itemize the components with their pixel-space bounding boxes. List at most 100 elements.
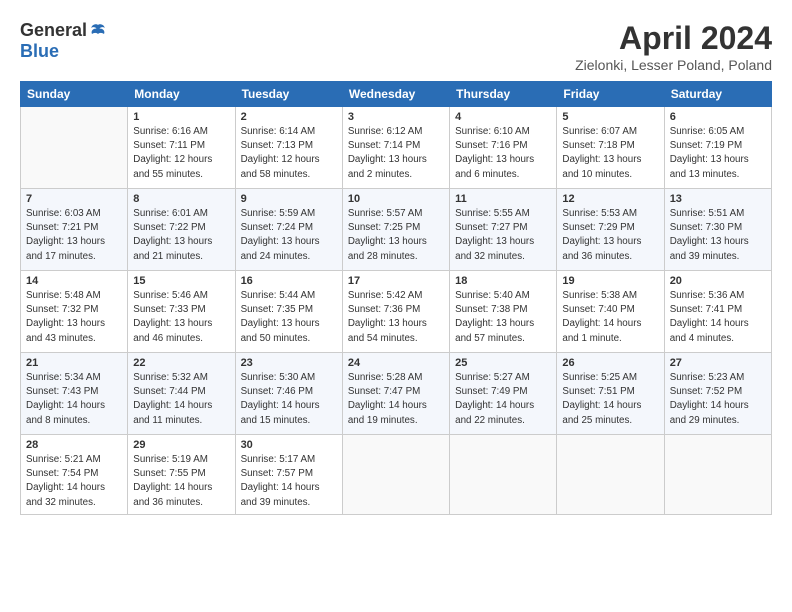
- day-info: Sunrise: 5:40 AM Sunset: 7:38 PM Dayligh…: [455, 289, 551, 346]
- day-info: Sunrise: 5:19 AM Sunset: 7:55 PM Dayligh…: [133, 453, 229, 510]
- table-row: 30 Sunrise: 5:17 AM Sunset: 7:57 PM Dayli…: [235, 435, 342, 515]
- table-row: 26 Sunrise: 5:25 AM Sunset: 7:51 PM Dayli…: [557, 353, 664, 435]
- day-number: 2: [241, 111, 337, 123]
- col-sunday: Sunday: [21, 82, 128, 107]
- col-wednesday: Wednesday: [342, 82, 449, 107]
- day-info: Sunrise: 5:28 AM Sunset: 7:47 PM Dayligh…: [348, 371, 444, 428]
- table-row: 2 Sunrise: 6:14 AM Sunset: 7:13 PM Daylig…: [235, 107, 342, 189]
- col-tuesday: Tuesday: [235, 82, 342, 107]
- day-info: Sunrise: 6:05 AM Sunset: 7:19 PM Dayligh…: [670, 125, 766, 182]
- day-number: 8: [133, 193, 229, 205]
- logo-blue-text: Blue: [20, 41, 59, 62]
- day-info: Sunrise: 5:27 AM Sunset: 7:49 PM Dayligh…: [455, 371, 551, 428]
- day-info: Sunrise: 6:14 AM Sunset: 7:13 PM Dayligh…: [241, 125, 337, 182]
- day-info: Sunrise: 5:23 AM Sunset: 7:52 PM Dayligh…: [670, 371, 766, 428]
- calendar-week-row: 7Sunrise: 6:03 AM Sunset: 7:21 PM Daylig…: [21, 189, 772, 271]
- day-info: Sunrise: 6:16 AM Sunset: 7:11 PM Dayligh…: [133, 125, 229, 182]
- table-row: 21Sunrise: 5:34 AM Sunset: 7:43 PM Dayli…: [21, 353, 128, 435]
- table-row: 3Sunrise: 6:12 AM Sunset: 7:14 PM Daylig…: [342, 107, 449, 189]
- table-row: 5 Sunrise: 6:07 AM Sunset: 7:18 PM Daylig…: [557, 107, 664, 189]
- table-row: [21, 107, 128, 189]
- table-row: 25 Sunrise: 5:27 AM Sunset: 7:49 PM Dayli…: [450, 353, 557, 435]
- day-number: 26: [562, 357, 658, 369]
- title-section: April 2024 Zielonki, Lesser Poland, Pola…: [575, 20, 772, 73]
- table-row: 18 Sunrise: 5:40 AM Sunset: 7:38 PM Dayli…: [450, 271, 557, 353]
- day-info: Sunrise: 5:38 AM Sunset: 7:40 PM Dayligh…: [562, 289, 658, 346]
- table-row: 6 Sunrise: 6:05 AM Sunset: 7:19 PM Daylig…: [664, 107, 771, 189]
- day-number: 22: [133, 357, 229, 369]
- calendar-week-row: 1 Sunrise: 6:16 AM Sunset: 7:11 PM Daylig…: [21, 107, 772, 189]
- table-row: 15Sunrise: 5:46 AM Sunset: 7:33 PM Dayli…: [128, 271, 235, 353]
- logo-general-text: General: [20, 20, 87, 41]
- day-info: Sunrise: 6:07 AM Sunset: 7:18 PM Dayligh…: [562, 125, 658, 182]
- day-info: Sunrise: 6:01 AM Sunset: 7:22 PM Dayligh…: [133, 207, 229, 264]
- table-row: 12 Sunrise: 5:53 AM Sunset: 7:29 PM Dayli…: [557, 189, 664, 271]
- table-row: 4 Sunrise: 6:10 AM Sunset: 7:16 PM Daylig…: [450, 107, 557, 189]
- table-row: [557, 435, 664, 515]
- table-row: 22 Sunrise: 5:32 AM Sunset: 7:44 PM Dayli…: [128, 353, 235, 435]
- header: General Blue April 2024 Zielonki, Lesser…: [20, 20, 772, 73]
- col-saturday: Saturday: [664, 82, 771, 107]
- day-number: 25: [455, 357, 551, 369]
- day-number: 6: [670, 111, 766, 123]
- table-row: 9Sunrise: 5:59 AM Sunset: 7:24 PM Daylig…: [235, 189, 342, 271]
- day-number: 11: [455, 193, 551, 205]
- table-row: 27 Sunrise: 5:23 AM Sunset: 7:52 PM Dayli…: [664, 353, 771, 435]
- day-number: 14: [26, 275, 122, 287]
- calendar-week-row: 21Sunrise: 5:34 AM Sunset: 7:43 PM Dayli…: [21, 353, 772, 435]
- day-info: Sunrise: 5:42 AM Sunset: 7:36 PM Dayligh…: [348, 289, 444, 346]
- day-number: 16: [241, 275, 337, 287]
- day-info: Sunrise: 5:25 AM Sunset: 7:51 PM Dayligh…: [562, 371, 658, 428]
- day-info: Sunrise: 5:34 AM Sunset: 7:43 PM Dayligh…: [26, 371, 122, 428]
- table-row: 16 Sunrise: 5:44 AM Sunset: 7:35 PM Dayli…: [235, 271, 342, 353]
- day-info: Sunrise: 5:46 AM Sunset: 7:33 PM Dayligh…: [133, 289, 229, 346]
- logo: General Blue: [20, 20, 107, 62]
- table-row: 10Sunrise: 5:57 AM Sunset: 7:25 PM Dayli…: [342, 189, 449, 271]
- col-friday: Friday: [557, 82, 664, 107]
- table-row: 17 Sunrise: 5:42 AM Sunset: 7:36 PM Dayli…: [342, 271, 449, 353]
- table-row: 11 Sunrise: 5:55 AM Sunset: 7:27 PM Dayli…: [450, 189, 557, 271]
- table-row: 7Sunrise: 6:03 AM Sunset: 7:21 PM Daylig…: [21, 189, 128, 271]
- day-info: Sunrise: 5:30 AM Sunset: 7:46 PM Dayligh…: [241, 371, 337, 428]
- table-row: 29 Sunrise: 5:19 AM Sunset: 7:55 PM Dayli…: [128, 435, 235, 515]
- day-info: Sunrise: 5:55 AM Sunset: 7:27 PM Dayligh…: [455, 207, 551, 264]
- day-info: Sunrise: 5:53 AM Sunset: 7:29 PM Dayligh…: [562, 207, 658, 264]
- day-number: 4: [455, 111, 551, 123]
- day-info: Sunrise: 5:32 AM Sunset: 7:44 PM Dayligh…: [133, 371, 229, 428]
- day-number: 12: [562, 193, 658, 205]
- day-number: 24: [348, 357, 444, 369]
- day-info: Sunrise: 5:44 AM Sunset: 7:35 PM Dayligh…: [241, 289, 337, 346]
- table-row: 8 Sunrise: 6:01 AM Sunset: 7:22 PM Daylig…: [128, 189, 235, 271]
- table-row: [342, 435, 449, 515]
- day-info: Sunrise: 5:48 AM Sunset: 7:32 PM Dayligh…: [26, 289, 122, 346]
- day-number: 30: [241, 439, 337, 451]
- day-info: Sunrise: 5:21 AM Sunset: 7:54 PM Dayligh…: [26, 453, 122, 510]
- day-number: 29: [133, 439, 229, 451]
- table-row: 1 Sunrise: 6:16 AM Sunset: 7:11 PM Daylig…: [128, 107, 235, 189]
- table-row: 28 Sunrise: 5:21 AM Sunset: 7:54 PM Dayli…: [21, 435, 128, 515]
- day-info: Sunrise: 6:03 AM Sunset: 7:21 PM Dayligh…: [26, 207, 122, 264]
- table-row: 13Sunrise: 5:51 AM Sunset: 7:30 PM Dayli…: [664, 189, 771, 271]
- day-number: 17: [348, 275, 444, 287]
- month-title: April 2024: [575, 20, 772, 57]
- day-number: 5: [562, 111, 658, 123]
- location-text: Zielonki, Lesser Poland, Poland: [575, 57, 772, 73]
- day-number: 3: [348, 111, 444, 123]
- table-row: 20Sunrise: 5:36 AM Sunset: 7:41 PM Dayli…: [664, 271, 771, 353]
- day-number: 18: [455, 275, 551, 287]
- col-monday: Monday: [128, 82, 235, 107]
- day-number: 1: [133, 111, 229, 123]
- day-number: 28: [26, 439, 122, 451]
- day-number: 27: [670, 357, 766, 369]
- calendar-table: Sunday Monday Tuesday Wednesday Thursday…: [20, 81, 772, 515]
- day-info: Sunrise: 5:51 AM Sunset: 7:30 PM Dayligh…: [670, 207, 766, 264]
- day-info: Sunrise: 5:17 AM Sunset: 7:57 PM Dayligh…: [241, 453, 337, 510]
- col-thursday: Thursday: [450, 82, 557, 107]
- calendar-week-row: 14 Sunrise: 5:48 AM Sunset: 7:32 PM Dayli…: [21, 271, 772, 353]
- day-number: 19: [562, 275, 658, 287]
- day-number: 20: [670, 275, 766, 287]
- day-info: Sunrise: 5:59 AM Sunset: 7:24 PM Dayligh…: [241, 207, 337, 264]
- table-row: [664, 435, 771, 515]
- day-info: Sunrise: 6:10 AM Sunset: 7:16 PM Dayligh…: [455, 125, 551, 182]
- table-row: 19 Sunrise: 5:38 AM Sunset: 7:40 PM Dayli…: [557, 271, 664, 353]
